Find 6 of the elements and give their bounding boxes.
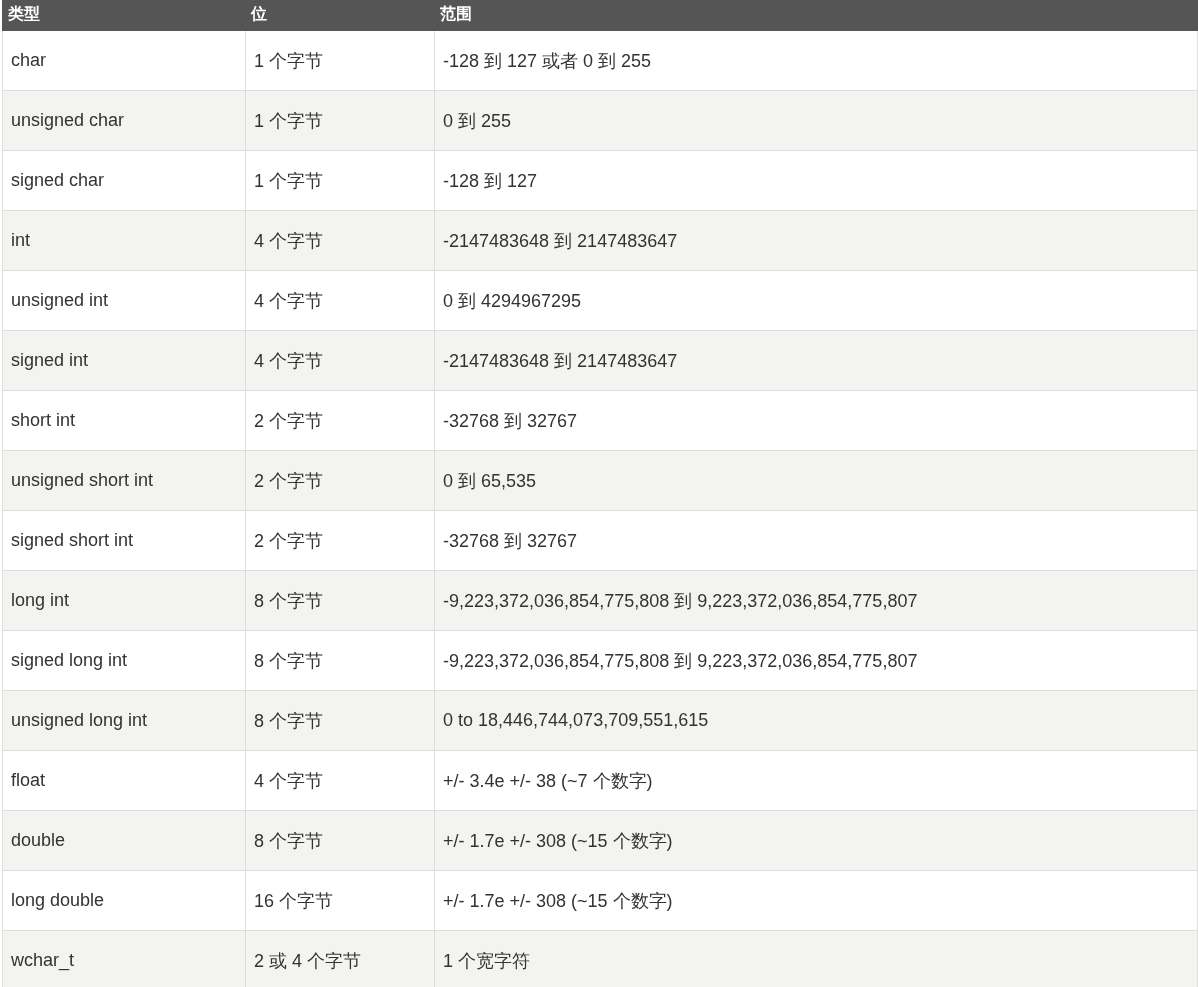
column-header: 类型 <box>7 4 41 24</box>
column-header: 范围 <box>439 4 473 24</box>
table-cell: 2 或 4 个字节 <box>245 931 434 987</box>
column-header: 位 <box>249 4 268 24</box>
table-cell: 1 个宽字符 <box>434 931 1198 987</box>
table-cell: wchar_t <box>2 931 245 987</box>
